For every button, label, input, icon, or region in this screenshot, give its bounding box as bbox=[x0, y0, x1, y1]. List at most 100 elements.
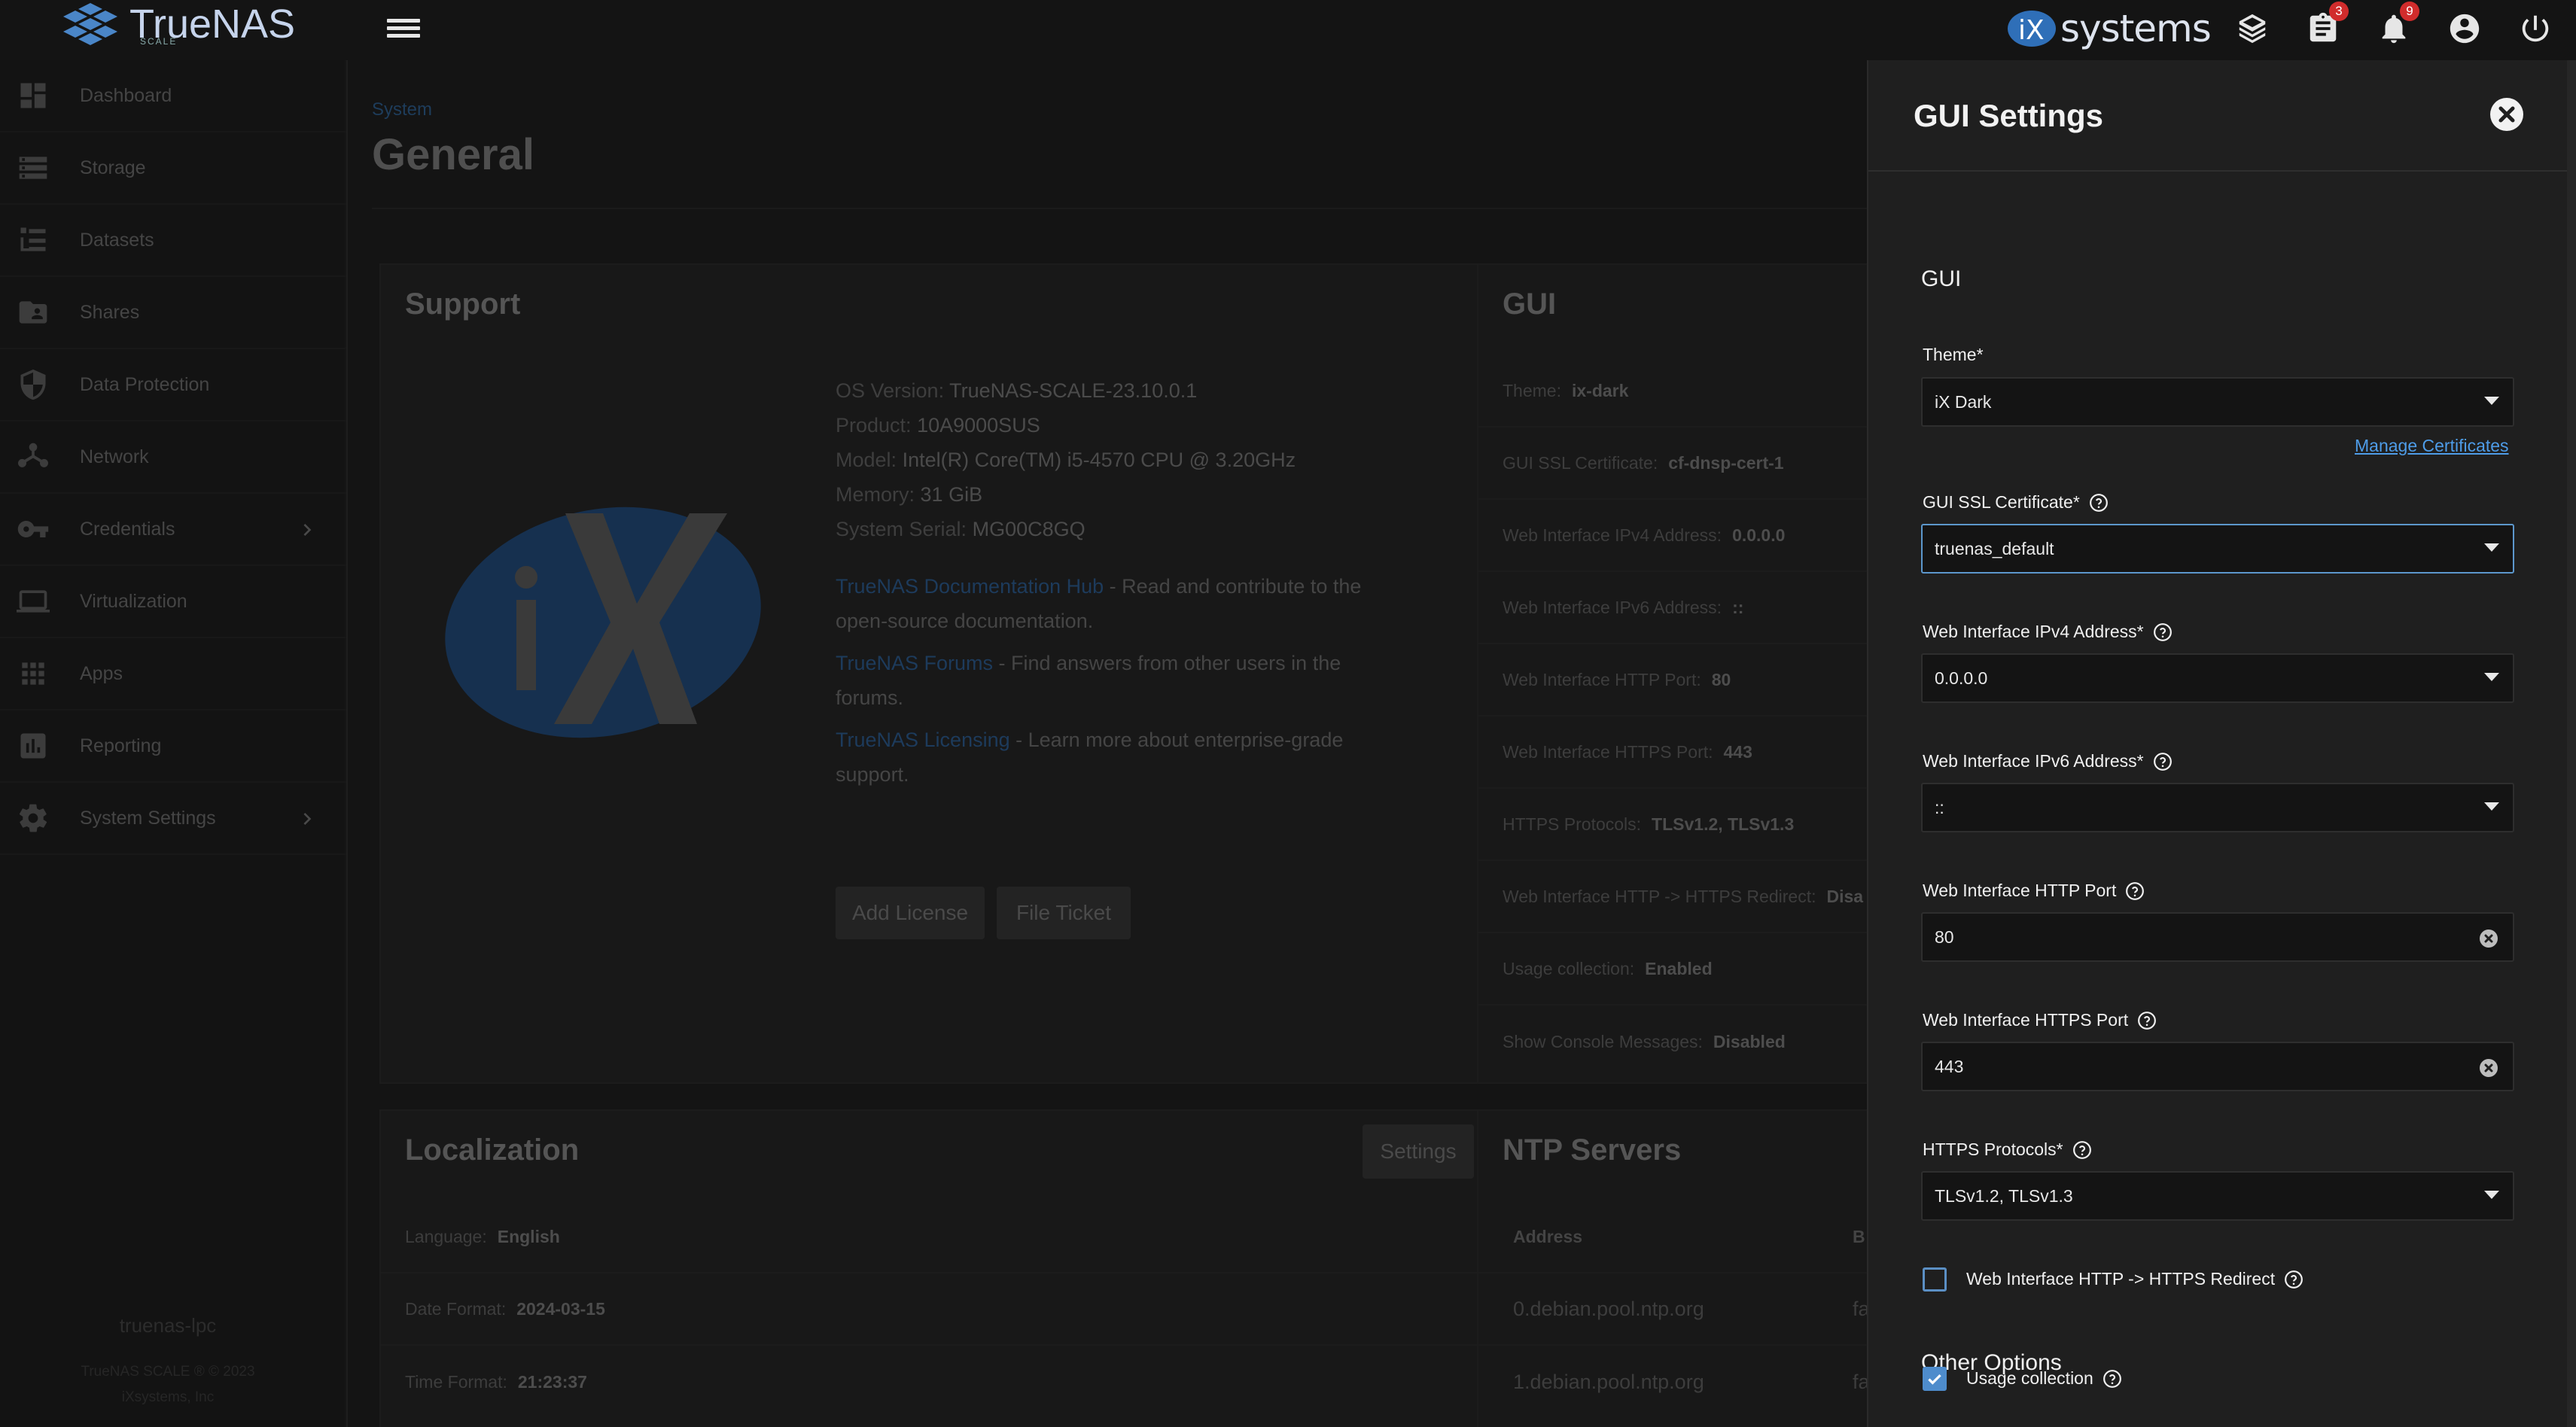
sidebar-item-label: Storage bbox=[80, 157, 146, 178]
https-protocols-select[interactable]: TLSv1.2, TLSv1.3 bbox=[1921, 1171, 2514, 1221]
support-system-info: OS Version: TrueNAS-SCALE-23.10.0.1 Prod… bbox=[836, 379, 1296, 540]
sidebar-item-label: Network bbox=[80, 446, 149, 467]
clear-input-icon[interactable] bbox=[2480, 1059, 2498, 1077]
help-icon[interactable] bbox=[2153, 752, 2173, 771]
https-redirect-checkbox[interactable] bbox=[1923, 1267, 1947, 1292]
notifications-bell-icon[interactable]: 9 bbox=[2373, 2, 2419, 50]
sidebar-item-dashboard[interactable]: Dashboard bbox=[0, 60, 346, 132]
storage-icon bbox=[17, 151, 50, 184]
serial: MG00C8GQ bbox=[972, 518, 1086, 540]
ixsystems-logo[interactable]: iX systems bbox=[2006, 3, 2212, 54]
key-icon bbox=[17, 513, 50, 546]
sidebar-item-apps[interactable]: Apps bbox=[0, 638, 346, 710]
file-ticket-button[interactable]: File Ticket bbox=[997, 887, 1131, 939]
support-card: Support OS Version: TrueNAS-SCALE-23.10.… bbox=[379, 263, 1484, 1084]
sidebar-item-data-protection[interactable]: Data Protection bbox=[0, 349, 346, 421]
ipv4-label: Web Interface IPv4 Address * bbox=[1923, 622, 2173, 642]
sidebar-item-storage[interactable]: Storage bbox=[0, 132, 346, 205]
network-icon bbox=[17, 440, 50, 473]
shield-icon bbox=[17, 368, 50, 401]
panel-scrollbar[interactable] bbox=[2567, 60, 2576, 1427]
help-icon[interactable] bbox=[2125, 881, 2145, 901]
forums-link[interactable]: TrueNAS Forums bbox=[836, 652, 993, 674]
sidebar-item-system-settings[interactable]: System Settings bbox=[0, 783, 346, 855]
licensing-link[interactable]: TrueNAS Licensing bbox=[836, 729, 1010, 751]
app-edition: SCALE bbox=[140, 36, 178, 47]
sidebar-item-shares[interactable]: Shares bbox=[0, 277, 346, 349]
manage-certificates-link[interactable]: Manage Certificates bbox=[2355, 436, 2509, 456]
loc-row-date-format: Date Format: 2024-03-15 bbox=[381, 1273, 1486, 1346]
sidebar-item-label: Reporting bbox=[80, 735, 162, 756]
truenas-logo-mark-icon bbox=[63, 3, 117, 45]
http-port-label: Web Interface HTTP Port bbox=[1923, 881, 2145, 901]
shares-icon bbox=[17, 296, 50, 329]
ipv6-select[interactable]: :: bbox=[1921, 783, 2514, 832]
sidebar-item-label: Credentials bbox=[80, 518, 175, 540]
ssl-cert-select[interactable]: truenas_default bbox=[1921, 524, 2514, 574]
hamburger-menu-icon[interactable] bbox=[387, 15, 420, 45]
theme-select[interactable]: iX Dark bbox=[1921, 377, 2514, 427]
panel-title: GUI Settings bbox=[1914, 98, 2104, 133]
sidebar-item-network[interactable]: Network bbox=[0, 421, 346, 494]
docs-link[interactable]: TrueNAS Documentation Hub bbox=[836, 575, 1104, 598]
https-port-label: Web Interface HTTPS Port bbox=[1923, 1010, 2157, 1030]
hostname: truenas-lpc bbox=[119, 1314, 217, 1337]
ipv4-select[interactable]: 0.0.0.0 bbox=[1921, 653, 2514, 703]
sidebar-item-label: Dashboard bbox=[80, 84, 172, 106]
sidebar-item-label: Data Protection bbox=[80, 373, 210, 395]
localization-settings-button[interactable]: Settings bbox=[1363, 1124, 1474, 1179]
help-icon[interactable] bbox=[2103, 1369, 2122, 1389]
support-links: TrueNAS Documentation Hub - Read and con… bbox=[836, 575, 1362, 786]
reporting-icon bbox=[17, 729, 50, 762]
https-redirect-label: Web Interface HTTP -> HTTPS Redirect bbox=[1966, 1269, 2303, 1289]
account-circle-icon[interactable] bbox=[2444, 8, 2486, 50]
dashboard-icon bbox=[17, 79, 50, 112]
http-port-input[interactable]: 80 bbox=[1921, 912, 2514, 962]
https-protocols-label: HTTPS Protocols * bbox=[1923, 1139, 2092, 1160]
localization-card: Localization Settings Language: English D… bbox=[379, 1109, 1486, 1427]
close-icon[interactable] bbox=[2490, 98, 2523, 131]
gear-icon bbox=[17, 802, 50, 835]
help-icon[interactable] bbox=[2089, 493, 2109, 513]
apps-grid-icon bbox=[17, 657, 50, 690]
ssl-cert-label: GUI SSL Certificate * bbox=[1923, 492, 2109, 513]
svg-text:iX: iX bbox=[2018, 15, 2045, 46]
theme-label: Theme * bbox=[1923, 345, 1984, 364]
tasks-clipboard-icon[interactable]: 3 bbox=[2302, 2, 2349, 50]
breadcrumb[interactable]: System bbox=[372, 99, 432, 120]
chevron-right-icon bbox=[295, 807, 319, 831]
help-icon[interactable] bbox=[2284, 1270, 2303, 1289]
panel-header: GUI Settings bbox=[1868, 60, 2568, 172]
help-icon[interactable] bbox=[2137, 1011, 2157, 1030]
truecommand-icon[interactable] bbox=[2231, 8, 2273, 50]
usage-collection-checkbox[interactable] bbox=[1923, 1367, 1947, 1391]
chevron-right-icon bbox=[295, 518, 319, 542]
check-icon bbox=[1928, 1374, 1941, 1385]
help-icon[interactable] bbox=[2153, 622, 2173, 642]
https-port-input[interactable]: 443 bbox=[1921, 1042, 2514, 1091]
add-license-button[interactable]: Add License bbox=[836, 887, 985, 939]
sidebar-item-reporting[interactable]: Reporting bbox=[0, 710, 346, 783]
product: 10A9000SUS bbox=[917, 414, 1040, 437]
os-version: TrueNAS-SCALE-23.10.0.1 bbox=[949, 379, 1198, 402]
power-icon[interactable] bbox=[2514, 8, 2556, 50]
sidebar-item-credentials[interactable]: Credentials bbox=[0, 494, 346, 566]
card-title: Localization bbox=[405, 1133, 580, 1167]
sidebar-item-label: Shares bbox=[80, 301, 140, 323]
usage-collection-label: Usage collection bbox=[1966, 1368, 2122, 1389]
dropdown-arrow-icon bbox=[2484, 397, 2499, 405]
memory: 31 GiB bbox=[920, 483, 983, 506]
clear-input-icon[interactable] bbox=[2480, 930, 2498, 948]
ix-logo-icon bbox=[445, 507, 761, 738]
alerts-badge: 9 bbox=[2400, 2, 2419, 21]
card-title: GUI bbox=[1503, 288, 1557, 321]
sidebar-item-virtualization[interactable]: Virtualization bbox=[0, 566, 346, 638]
sidebar-item-datasets[interactable]: Datasets bbox=[0, 205, 346, 277]
ipv6-label: Web Interface IPv6 Address * bbox=[1923, 751, 2173, 771]
sidebar-item-label: Apps bbox=[80, 662, 123, 684]
sidebar-item-label: Virtualization bbox=[80, 590, 187, 612]
laptop-icon bbox=[17, 585, 50, 618]
dropdown-arrow-icon bbox=[2484, 543, 2499, 552]
top-bar: TrueNAS SCALE iX systems 3 9 bbox=[0, 0, 2576, 60]
help-icon[interactable] bbox=[2072, 1140, 2092, 1160]
